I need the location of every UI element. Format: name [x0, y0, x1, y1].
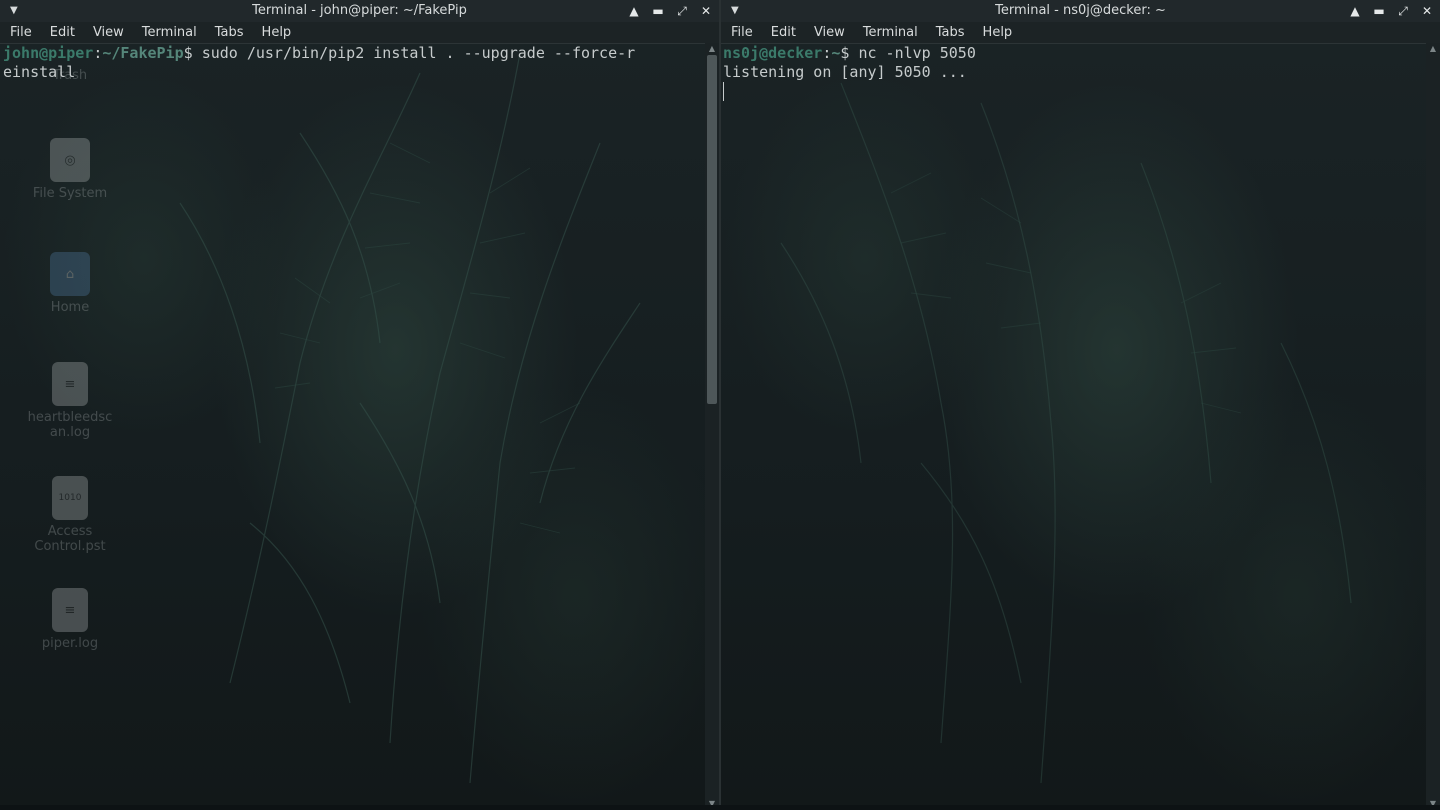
desktop-icon-label-line1: Access: [47, 524, 93, 539]
window-controls: ▲ ▬ ⤢ ✕: [1348, 0, 1434, 22]
prompt-user: ns0j@decker: [723, 44, 823, 62]
window-controls: ▲ ▬ ⤢ ✕: [627, 0, 713, 22]
menu-terminal[interactable]: Terminal: [142, 22, 197, 43]
terminal-output[interactable]: ns0j@decker:~$ nc -nlvp 5050 listening o…: [723, 44, 1424, 101]
desktop-icon-home[interactable]: ⌂ Home: [20, 252, 120, 315]
scroll-up-icon[interactable]: ▲: [705, 43, 719, 55]
command-text: nc -nlvp 5050: [858, 44, 976, 62]
desktop-icon-piper-log[interactable]: ≡ piper.log: [20, 588, 120, 651]
menu-tabs[interactable]: Tabs: [936, 22, 965, 43]
text-cursor: [723, 82, 724, 101]
close-icon[interactable]: ✕: [1420, 0, 1434, 22]
drive-icon: ◎: [50, 138, 90, 182]
window-menu-icon[interactable]: ▼: [10, 0, 18, 22]
menu-tabs[interactable]: Tabs: [215, 22, 244, 43]
maximize-up-icon[interactable]: ▲: [1348, 0, 1362, 22]
home-folder-icon: ⌂: [50, 252, 90, 296]
menu-help[interactable]: Help: [983, 22, 1013, 43]
minimize-icon[interactable]: ▬: [651, 0, 665, 22]
menu-file[interactable]: File: [731, 22, 753, 43]
scroll-up-icon[interactable]: ▲: [1426, 43, 1440, 55]
desktop-icon-label-line2: an.log: [49, 425, 91, 440]
window-titlebar[interactable]: ▼ Terminal - ns0j@decker: ~ ▲ ▬ ⤢ ✕: [721, 0, 1440, 22]
menu-edit[interactable]: Edit: [50, 22, 75, 43]
window-menu-icon[interactable]: ▼: [731, 0, 739, 22]
binary-file-icon: 1010: [52, 476, 88, 520]
desktop-icon-file-system[interactable]: ◎ File System: [20, 138, 120, 201]
prompt-user: john@piper: [3, 44, 94, 62]
desktop-icon-access-control[interactable]: 1010 Access Control.pst: [20, 476, 120, 554]
maximize-up-icon[interactable]: ▲: [627, 0, 641, 22]
maximize-icon[interactable]: ⤢: [675, 0, 689, 22]
prompt-separator: :: [93, 44, 103, 62]
command-text-wrap: einstall: [3, 63, 76, 81]
window-titlebar[interactable]: ▼ Terminal - john@piper: ~/FakePip ▲ ▬ ⤢…: [0, 0, 719, 22]
minimize-icon[interactable]: ▬: [1372, 0, 1386, 22]
menu-view[interactable]: View: [93, 22, 124, 43]
desktop-wallpaper: [721, 43, 1440, 810]
desktop-icon-label-line2: Control.pst: [34, 539, 106, 554]
scrollbar[interactable]: ▲ ▼: [1426, 43, 1440, 810]
locked-file-icon: ≡: [52, 588, 88, 632]
scrollbar-thumb[interactable]: [707, 55, 717, 404]
menu-edit[interactable]: Edit: [771, 22, 796, 43]
command-text: sudo /usr/bin/pip2 install . --upgrade -…: [201, 44, 636, 62]
prompt-path: ~/FakePip: [102, 44, 184, 62]
terminal-output[interactable]: john@piper:~/FakePip$ sudo /usr/bin/pip2…: [3, 44, 703, 82]
output-text: listening on [any] 5050 ...: [723, 63, 967, 81]
menu-file[interactable]: File: [10, 22, 32, 43]
menu-help[interactable]: Help: [262, 22, 292, 43]
window-title: Terminal - ns0j@decker: ~: [995, 3, 1166, 18]
prompt-symbol: $: [183, 44, 202, 62]
desktop-icon-label: Home: [50, 300, 90, 315]
scrollbar[interactable]: ▲ ▼: [705, 43, 719, 810]
menubar: File Edit View Terminal Tabs Help: [0, 22, 719, 44]
desktop-bottom-edge: [0, 805, 1440, 810]
terminal-window-left[interactable]: Trash ◎ File System ⌂ Home ≡ heartbleeds…: [0, 0, 719, 810]
desktop-icon-label: File System: [32, 186, 108, 201]
desktop-icon-label: piper.log: [41, 636, 99, 651]
menu-view[interactable]: View: [814, 22, 845, 43]
window-title: Terminal - john@piper: ~/FakePip: [252, 3, 467, 18]
maximize-icon[interactable]: ⤢: [1396, 0, 1410, 22]
desktop-icon-heartbleedscan[interactable]: ≡ heartbleedsc an.log: [20, 362, 120, 440]
menubar: File Edit View Terminal Tabs Help: [721, 22, 1440, 44]
desktop-icon-label-line1: heartbleedsc: [27, 410, 113, 425]
terminal-window-right[interactable]: ▼ Terminal - ns0j@decker: ~ ▲ ▬ ⤢ ✕ File…: [721, 0, 1440, 810]
locked-file-icon: ≡: [52, 362, 88, 406]
close-icon[interactable]: ✕: [699, 0, 713, 22]
prompt-symbol: $: [840, 44, 859, 62]
menu-terminal[interactable]: Terminal: [863, 22, 918, 43]
